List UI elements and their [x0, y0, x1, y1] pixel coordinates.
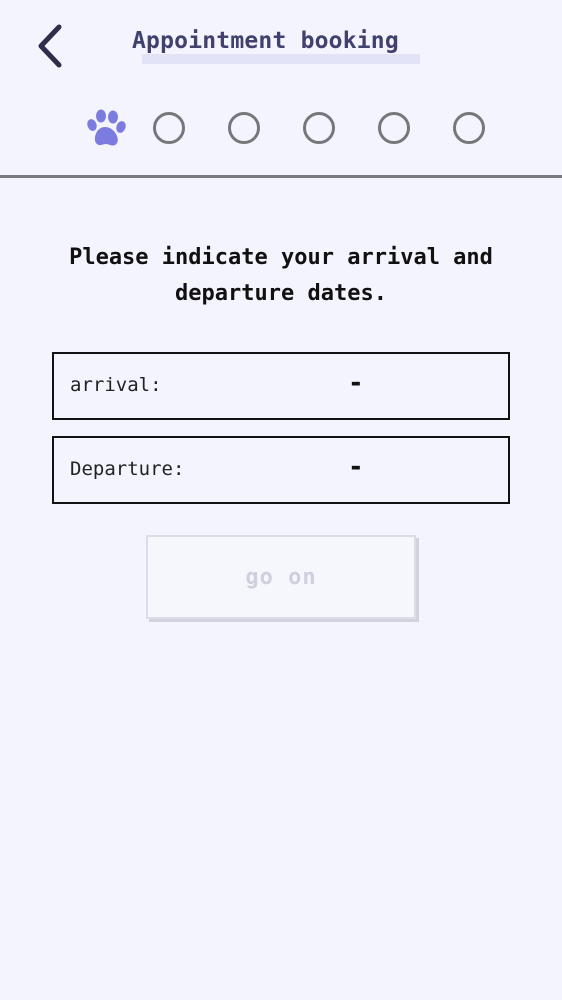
chevron-left-icon — [38, 24, 62, 68]
arrival-label: arrival: — [70, 374, 162, 396]
instruction-text: Please indicate your arrival and departu… — [69, 245, 493, 306]
arrival-field[interactable]: arrival: - — [52, 352, 510, 420]
go-on-button[interactable]: go on — [146, 535, 416, 619]
departure-value: - — [348, 452, 364, 482]
back-button[interactable] — [24, 20, 76, 72]
step-3 — [228, 112, 260, 144]
step-5 — [378, 112, 410, 144]
step-indicator — [0, 108, 562, 150]
step-4 — [303, 112, 335, 144]
step-6 — [453, 112, 485, 144]
departure-field[interactable]: Departure: - — [52, 436, 510, 504]
page-title-text: Appointment booking — [132, 28, 399, 54]
page-title: Appointment booking — [132, 28, 399, 54]
departure-label: Departure: — [70, 458, 185, 480]
title-highlight — [142, 54, 420, 64]
step-1-active — [84, 108, 126, 150]
step-2 — [153, 112, 185, 144]
header: Appointment booking — [0, 0, 562, 178]
app-screen: Appointment booking Please indicate your… — [0, 0, 562, 1000]
arrival-value: - — [348, 368, 364, 398]
paw-icon — [87, 109, 126, 146]
